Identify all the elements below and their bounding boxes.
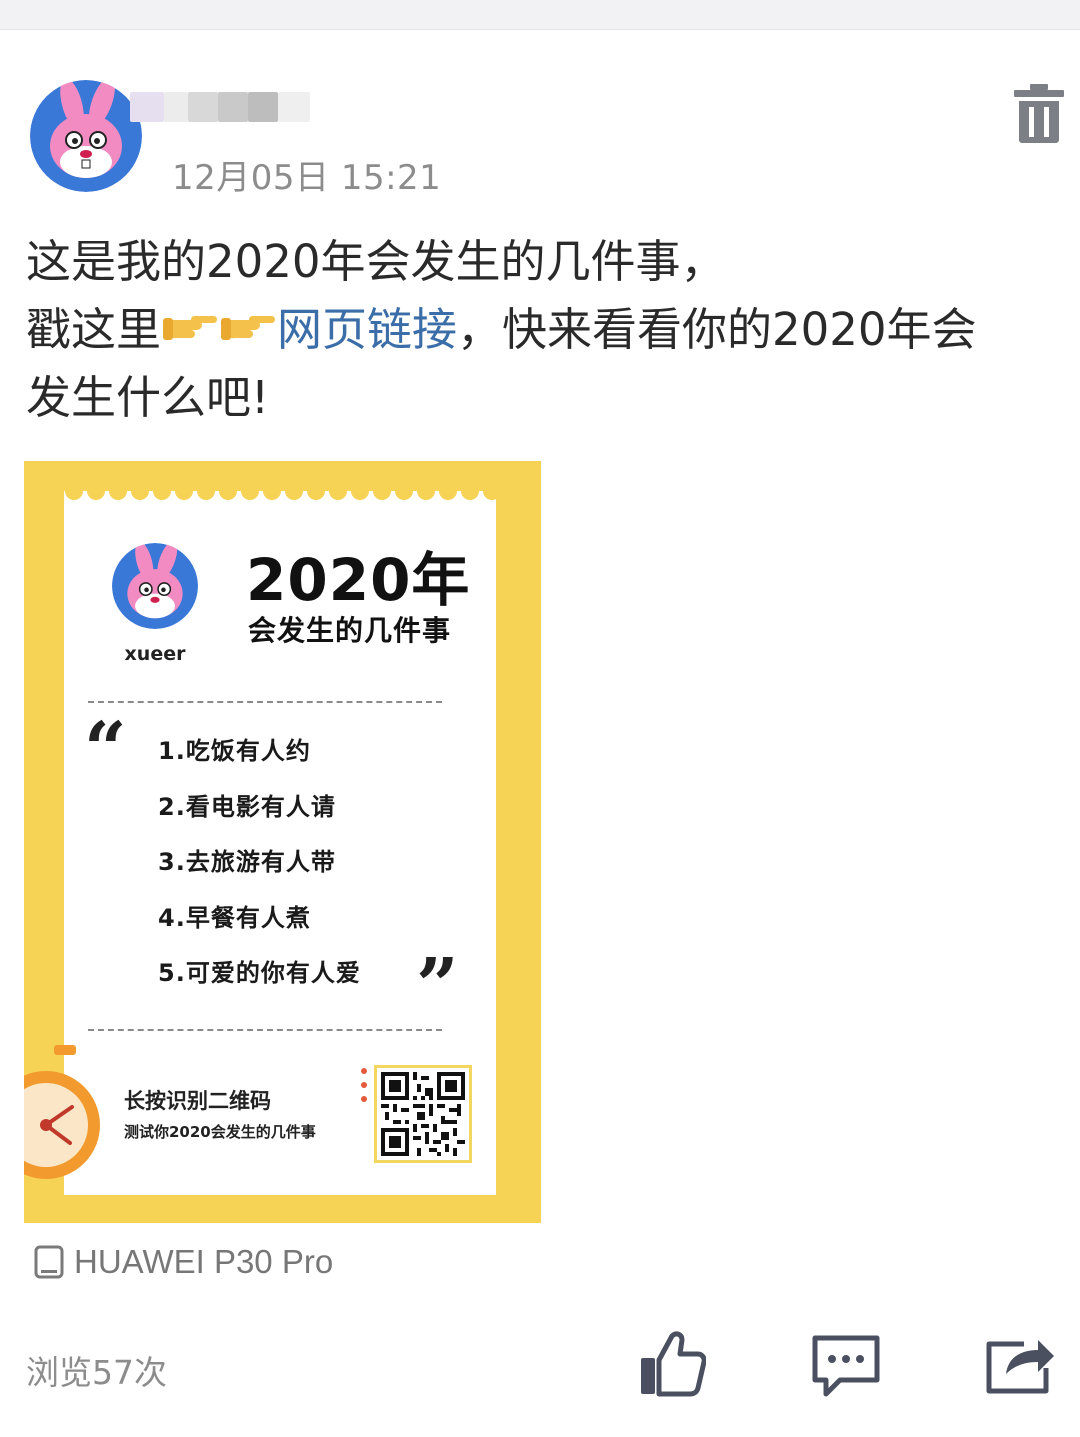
thumbs-up-icon xyxy=(641,1331,707,1397)
divider xyxy=(88,1029,442,1031)
list-item: 4.早餐有人煮 xyxy=(158,903,311,932)
top-bar-strip xyxy=(0,0,1080,30)
device-info: HUAWEI P30 Pro xyxy=(34,1240,333,1284)
open-quote-mark: “ xyxy=(84,707,127,793)
stopwatch-icon xyxy=(24,1045,100,1179)
view-count: 浏览57次 xyxy=(26,1353,167,1392)
comment-button[interactable] xyxy=(810,1334,882,1402)
pointing-hand-icon xyxy=(161,295,219,363)
phone-icon xyxy=(34,1245,64,1279)
post-text-line2: 戳这里 网页链接，快来看看你的2020年会 xyxy=(26,296,1056,364)
comment-icon xyxy=(812,1335,880,1397)
divider xyxy=(88,701,442,703)
poster-image[interactable]: xueer 2020年 会发生的几件事 “ 1.吃饭有人约 2.看电影有人请 3… xyxy=(24,461,541,1223)
poster-avatar xyxy=(112,543,198,629)
dots-decoration xyxy=(361,1068,367,1102)
list-item: 5.可爱的你有人爱 xyxy=(158,959,361,987)
poster-username: xueer xyxy=(124,643,186,665)
share-button[interactable] xyxy=(984,1332,1056,1400)
list-item: 1.吃饭有人约 xyxy=(158,737,311,765)
like-button[interactable] xyxy=(638,1330,707,1402)
poster-year-title: 2020年 xyxy=(246,546,471,614)
pointing-hand-icon xyxy=(219,295,277,363)
poster-list: 1.吃饭有人约 2.看电影有人请 3.去旅游有人带 4.早餐有人煮 5.可爱的你… xyxy=(158,733,361,1011)
qr-code[interactable] xyxy=(374,1065,472,1163)
close-quote-mark: ” xyxy=(416,943,459,1029)
web-link[interactable]: 网页链接 xyxy=(277,303,457,356)
scan-prompt: 长按识别二维码 xyxy=(124,1089,271,1113)
post-timestamp: 12月05日 15:21 xyxy=(172,158,442,198)
list-item: 3.去旅游有人带 xyxy=(158,848,336,876)
username-redacted xyxy=(130,88,310,128)
scalloped-edge xyxy=(64,479,496,500)
post-text: 这是我的2020年会发生的几件事， 戳这里 网页链接，快来看看你的2020年会 发… xyxy=(26,228,1056,432)
scan-subtext: 测试你2020会发生的几件事 xyxy=(124,1123,316,1141)
trash-icon[interactable] xyxy=(1012,82,1066,144)
post-text-line1: 这是我的2020年会发生的几件事， xyxy=(26,235,726,288)
device-name: HUAWEI P30 Pro xyxy=(74,1243,334,1280)
list-item: 2.看电影有人请 xyxy=(158,792,336,821)
share-icon xyxy=(986,1340,1054,1394)
post-text-suffix: ，快来看看你的2020年会 xyxy=(457,303,977,356)
post-text-prefix: 戳这里 xyxy=(26,303,162,356)
post-text-line3: 发生什么吧! xyxy=(26,371,270,424)
poster-subtitle: 会发生的几件事 xyxy=(248,614,452,647)
user-avatar[interactable] xyxy=(30,80,142,192)
